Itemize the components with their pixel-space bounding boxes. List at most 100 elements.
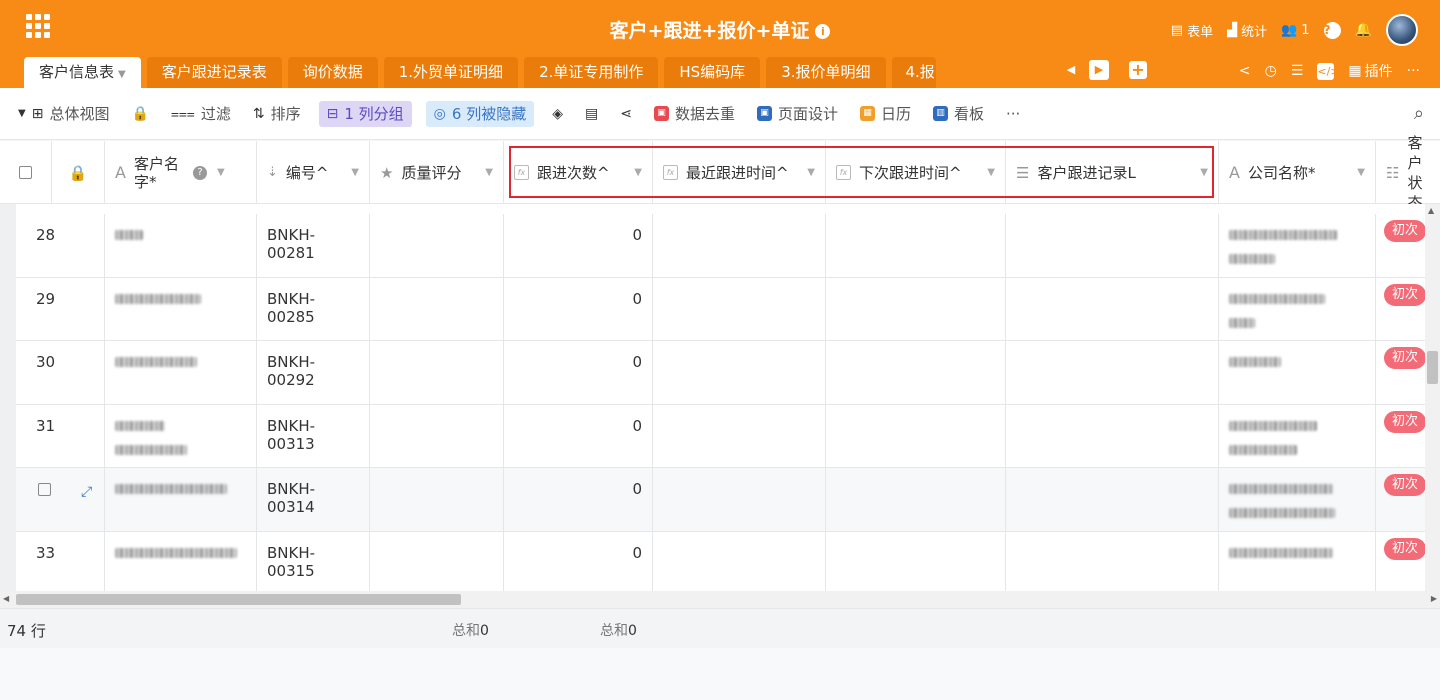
status-cell[interactable]: 初次 [1376, 532, 1425, 592]
tab-trade-docs[interactable]: 1.外贸单证明细 [383, 57, 519, 88]
tab-prev-icon[interactable]: ◀ [1061, 60, 1081, 80]
last-follow-sum[interactable]: 总和0 [600, 620, 637, 640]
next-follow-cell[interactable] [826, 468, 1006, 531]
company-cell[interactable] [1219, 341, 1376, 404]
company-cell[interactable] [1219, 531, 1376, 591]
dedupe-button[interactable]: ▣ 数据去重 [650, 101, 739, 127]
help-icon[interactable]: ? [1323, 21, 1341, 39]
customer-name-cell[interactable] [105, 531, 257, 591]
status-cell[interactable]: 初次 [1376, 214, 1425, 277]
table-row[interactable]: 29 BNKH-00285 0 初次 [16, 277, 1425, 341]
code-cell[interactable]: BNKH-00315 [257, 531, 370, 591]
status-cell[interactable]: 初次 [1376, 278, 1425, 341]
scroll-up-icon[interactable]: ▲ [1428, 206, 1434, 215]
row-select-cell[interactable]: ⤢ [16, 468, 105, 531]
code-cell[interactable]: BNKH-00281 [257, 214, 370, 277]
code-cell[interactable]: BNKH-00314 [257, 468, 370, 531]
column-header-rating[interactable]: ★ 质量评分 ▼ [370, 141, 504, 204]
sort-button[interactable]: ⇅ 排序 [249, 101, 305, 127]
last-follow-cell[interactable] [653, 531, 826, 591]
tab-quote-details[interactable]: 3.报价单明细 [766, 57, 886, 88]
follow-count-cell[interactable]: 0 [504, 404, 653, 468]
company-cell[interactable] [1219, 214, 1376, 277]
select-all-checkbox[interactable] [0, 141, 52, 204]
tab-next-icon[interactable]: ▶ [1089, 60, 1109, 80]
history-icon[interactable]: ◷ [1265, 63, 1277, 79]
last-follow-cell[interactable] [653, 214, 826, 277]
page-design-button[interactable]: ▣ 页面设计 [753, 101, 842, 127]
customer-name-cell[interactable] [105, 214, 257, 277]
tab-hs-codes[interactable]: HS编码库 [664, 57, 761, 88]
company-cell[interactable] [1219, 404, 1376, 468]
vertical-scroll-thumb[interactable] [1427, 351, 1438, 384]
chevron-down-icon[interactable]: ▼ [1357, 167, 1365, 178]
help-icon[interactable]: ? [192, 165, 207, 180]
tab-doc-making[interactable]: 2.单证专用制作 [524, 57, 659, 88]
follow-count-sum[interactable]: 总和0 [452, 620, 489, 640]
customer-name-cell[interactable] [105, 341, 257, 404]
last-follow-cell[interactable] [653, 468, 826, 531]
follow-records-cell[interactable] [1006, 468, 1219, 531]
bell-icon[interactable]: 🔔 [1355, 22, 1372, 38]
stats-button[interactable]: ▟ 统计 [1227, 21, 1267, 40]
follow-count-cell[interactable]: 0 [504, 277, 653, 341]
group-button[interactable]: ⊟ 1 列分组 [318, 100, 412, 127]
avatar[interactable] [1386, 14, 1418, 46]
table-row[interactable]: 33 BNKH-00315 0 初次 [16, 531, 1425, 592]
chevron-down-icon[interactable]: ▼ [634, 167, 642, 178]
last-follow-cell[interactable] [653, 404, 826, 468]
follow-count-cell[interactable]: 0 [504, 531, 653, 591]
follow-count-cell[interactable]: 0 [504, 468, 653, 531]
chevron-down-icon[interactable]: ▼ [485, 167, 493, 178]
table-row[interactable]: 31 BNKH-00313 0 初次 [16, 404, 1425, 468]
chevron-down-icon[interactable]: ▼ [807, 167, 815, 178]
customer-name-cell[interactable] [105, 277, 257, 341]
next-follow-cell[interactable] [826, 404, 1006, 468]
vertical-scrollbar[interactable]: ▲ [1425, 204, 1440, 591]
follow-count-cell[interactable]: 0 [504, 341, 653, 404]
chevron-down-icon[interactable]: ▼ [351, 167, 359, 178]
code-cell[interactable]: BNKH-00285 [257, 277, 370, 341]
plugins-button[interactable]: ▦ 插件 [1348, 61, 1392, 81]
view-selector[interactable]: ▼ ⊞ 总体视图 [14, 101, 113, 127]
rating-cell[interactable] [370, 341, 504, 404]
share-view-button[interactable]: ⋖ [616, 101, 636, 127]
column-header-code[interactable]: ⇣ 编号^ ▼ [257, 141, 370, 204]
company-cell[interactable] [1219, 277, 1376, 341]
info-icon[interactable]: i [815, 24, 831, 39]
rating-cell[interactable] [370, 404, 504, 468]
filter-button[interactable]: ⩶ 过滤 [167, 101, 235, 127]
next-follow-cell[interactable] [826, 341, 1006, 404]
table-row[interactable]: 30 BNKH-00292 0 初次 [16, 341, 1425, 405]
form-button[interactable]: ▤ 表单 [1171, 21, 1213, 40]
settings-sliders-icon[interactable]: ☰ [1291, 63, 1304, 79]
follow-records-cell[interactable] [1006, 341, 1219, 404]
search-icon[interactable]: ⌕ [1414, 103, 1424, 124]
members-button[interactable]: 👥 1 [1281, 23, 1309, 38]
scroll-right-icon[interactable]: ▶ [1431, 594, 1437, 603]
horizontal-scrollbar[interactable]: ◀ ▶ [0, 591, 1440, 608]
lock-column-icon[interactable]: 🔒 [52, 141, 105, 204]
column-header-next-follow[interactable]: fx 下次跟进时间^ ▼ [826, 141, 1006, 204]
code-cell[interactable]: BNKH-00292 [257, 341, 370, 404]
expand-record-icon[interactable]: ⤢ [81, 484, 92, 500]
last-follow-cell[interactable] [653, 341, 826, 404]
toolbar-more-icon[interactable]: ··· [1002, 101, 1024, 127]
rating-cell[interactable] [370, 531, 504, 591]
column-header-name[interactable]: A 客户名 字* ? ▼ [105, 141, 257, 204]
kanban-button[interactable]: ▥ 看板 [929, 101, 988, 127]
hidden-columns-button[interactable]: ◎ 6 列被隐藏 [425, 100, 535, 127]
tab-follow-records[interactable]: 客户跟进记录表 [146, 57, 282, 88]
follow-count-cell[interactable]: 0 [504, 214, 653, 277]
lock-button[interactable]: 🔒 [127, 101, 152, 127]
chevron-down-icon[interactable]: ▼ [1200, 167, 1208, 178]
app-grid-icon[interactable] [26, 14, 50, 38]
customer-name-cell[interactable] [105, 468, 257, 531]
column-header-last-follow[interactable]: fx 最近跟进时间^ ▼ [653, 141, 826, 204]
column-header-company[interactable]: A 公司名称* ▼ [1219, 141, 1376, 204]
table-row[interactable]: 28 BNKH-00281 0 初次 [16, 214, 1425, 278]
fill-color-button[interactable]: ◈ [548, 101, 567, 127]
follow-records-cell[interactable] [1006, 277, 1219, 341]
chevron-down-icon[interactable]: ▼ [987, 167, 995, 178]
next-follow-cell[interactable] [826, 531, 1006, 591]
